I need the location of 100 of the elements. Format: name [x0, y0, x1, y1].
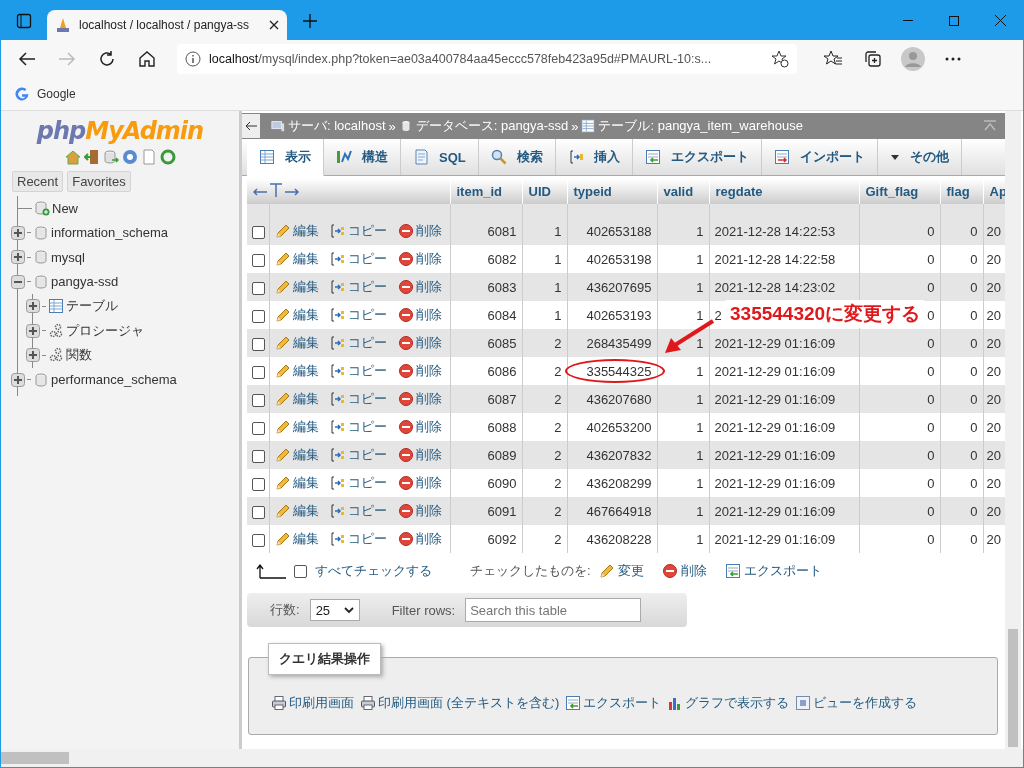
copy-link[interactable]: コピー	[347, 362, 387, 380]
new-tab-icon[interactable]	[302, 13, 318, 29]
row-checkbox[interactable]	[252, 253, 265, 267]
copy-link[interactable]: コピー	[347, 474, 387, 492]
horizontal-scrollbar[interactable]	[1, 749, 1023, 767]
tab[interactable]: 挿入	[555, 139, 633, 175]
copy-link[interactable]: コピー	[347, 530, 387, 548]
row-checkbox[interactable]	[252, 281, 265, 295]
sidebar-tab[interactable]: Favorites	[67, 171, 131, 192]
exit-icon[interactable]	[83, 149, 100, 165]
avatar-icon[interactable]	[901, 46, 925, 71]
tab-actions-icon[interactable]	[16, 13, 32, 29]
close-icon[interactable]	[269, 20, 279, 30]
tree-item[interactable]: New	[52, 200, 78, 216]
expand-icon[interactable]	[11, 372, 25, 387]
copy-link[interactable]: コピー	[347, 446, 387, 464]
check-all-label[interactable]: すべてチェックする	[315, 562, 432, 580]
delete-link[interactable]: 削除	[415, 390, 442, 408]
browser-tab[interactable]: localhost / localhost / pangya-ss	[47, 10, 287, 40]
more-icon[interactable]	[945, 56, 961, 61]
delete-link[interactable]: 削除	[415, 446, 442, 464]
bulk-action-link[interactable]: エクスポート	[743, 562, 822, 580]
favorites-icon[interactable]	[824, 49, 842, 68]
copy-link[interactable]: コピー	[347, 502, 387, 520]
edit-link[interactable]: 編集	[292, 222, 319, 240]
logo[interactable]: phpMyAdmin	[1, 117, 239, 145]
tab[interactable]: その他	[877, 139, 962, 175]
column-header[interactable]: regdate	[715, 184, 763, 199]
operation-link[interactable]: エクスポート	[583, 694, 662, 712]
delete-link[interactable]: 削除	[415, 278, 442, 296]
maximize-icon[interactable]	[949, 15, 959, 26]
expand-icon[interactable]	[11, 225, 25, 240]
row-checkbox[interactable]	[252, 309, 265, 323]
edit-link[interactable]: 編集	[292, 418, 319, 436]
copy-link[interactable]: コピー	[347, 306, 387, 324]
tree-item[interactable]: mysql	[51, 249, 85, 265]
delete-link[interactable]: 削除	[415, 362, 442, 380]
close-icon[interactable]	[994, 15, 1006, 26]
collections-icon[interactable]	[864, 49, 882, 68]
tab[interactable]: エクスポート	[632, 139, 762, 175]
delete-link[interactable]: 削除	[415, 502, 442, 520]
copy-link[interactable]: コピー	[347, 334, 387, 352]
tree-item[interactable]: information_schema	[51, 225, 169, 241]
tree-item[interactable]: performance_schema	[51, 372, 177, 388]
copy-link[interactable]: コピー	[347, 222, 387, 240]
tree-item[interactable]: プロシージャ	[66, 321, 144, 340]
row-checkbox[interactable]	[252, 337, 265, 351]
rows-select[interactable]: 25	[309, 599, 360, 621]
delete-link[interactable]: 削除	[415, 222, 442, 240]
operation-link[interactable]: 印刷用画面	[289, 694, 354, 712]
breadcrumb-link[interactable]: サーバ: localhost	[288, 117, 386, 135]
bookmark-link[interactable]: Google	[37, 86, 76, 101]
edit-link[interactable]: 編集	[292, 446, 319, 464]
edit-link[interactable]: 編集	[292, 278, 319, 296]
sidebar-tab[interactable]: Recent	[12, 171, 64, 192]
bulk-action-link[interactable]: 変更	[617, 562, 644, 580]
filter-field[interactable]: Search this table	[465, 598, 642, 622]
breadcrumb-link[interactable]: テーブル: pangya_item_warehouse	[598, 117, 803, 135]
tree-item[interactable]: pangya-ssd	[51, 274, 119, 290]
expand-icon[interactable]	[26, 323, 40, 338]
delete-link[interactable]: 削除	[415, 250, 442, 268]
address-bar[interactable]: localhost/mysql/index.php?token=ae03a400784aa45eccc578feb423a95d#PMAURL-10:s...	[177, 43, 797, 74]
expand-icon[interactable]	[11, 250, 25, 265]
row-checkbox[interactable]	[252, 533, 265, 547]
edit-link[interactable]: 編集	[292, 474, 319, 492]
delete-link[interactable]: 削除	[415, 418, 442, 436]
copy-link[interactable]: コピー	[347, 278, 387, 296]
row-checkbox[interactable]	[252, 365, 265, 379]
row-checkbox[interactable]	[252, 477, 265, 491]
tree-item[interactable]: テーブル	[66, 297, 118, 316]
tab[interactable]: 表示	[247, 139, 324, 176]
expand-icon[interactable]	[26, 299, 40, 314]
operation-link[interactable]: グラフで表示する	[685, 694, 790, 712]
operation-link[interactable]: 印刷用画面 (全テキストを含む)	[378, 694, 560, 712]
row-checkbox[interactable]	[252, 393, 265, 407]
collapse-icon[interactable]	[11, 274, 25, 289]
row-checkbox[interactable]	[252, 421, 265, 435]
bulk-action-link[interactable]: 削除	[680, 562, 707, 580]
vertical-scrollbar[interactable]	[1005, 111, 1021, 749]
tab[interactable]: 検索	[478, 139, 556, 175]
edit-link[interactable]: 編集	[292, 334, 319, 352]
delete-link[interactable]: 削除	[415, 474, 442, 492]
row-checkbox[interactable]	[252, 505, 265, 519]
home-icon[interactable]	[138, 49, 156, 68]
database-icon[interactable]	[102, 149, 119, 165]
row-checkbox[interactable]	[252, 225, 265, 239]
edit-link[interactable]: 編集	[292, 306, 319, 324]
back-icon[interactable]	[18, 50, 36, 67]
tab[interactable]: インポート	[761, 139, 878, 175]
breadcrumb-link[interactable]: データベース: pangya-ssd	[415, 117, 569, 135]
tree-item[interactable]: 関数	[66, 346, 92, 365]
edit-link[interactable]: 編集	[292, 362, 319, 380]
edit-link[interactable]: 編集	[292, 530, 319, 548]
check-all-checkbox[interactable]	[294, 564, 307, 578]
delete-link[interactable]: 削除	[415, 334, 442, 352]
copy-link[interactable]: コピー	[347, 418, 387, 436]
refresh-icon[interactable]	[98, 49, 116, 68]
row-checkbox[interactable]	[252, 449, 265, 463]
tab[interactable]: 構造	[324, 139, 401, 175]
copy-link[interactable]: コピー	[347, 250, 387, 268]
